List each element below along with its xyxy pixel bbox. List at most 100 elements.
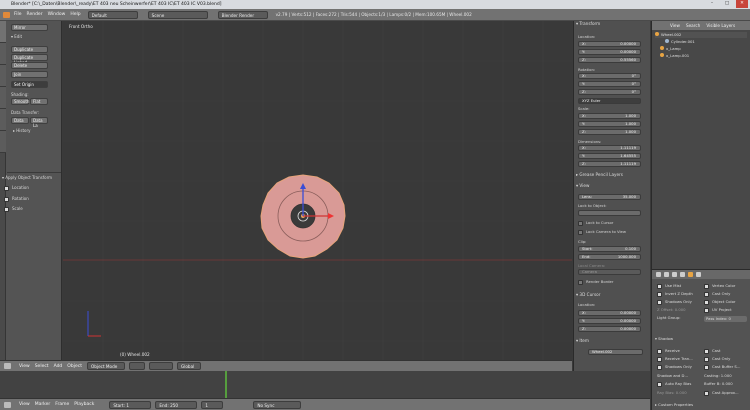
camera-field[interactable]: Camera xyxy=(578,269,641,275)
cast-only[interactable]: Cast Only xyxy=(704,291,730,297)
pivot-select[interactable] xyxy=(148,362,173,370)
outliner-menu-search[interactable]: Search xyxy=(686,23,700,28)
tab-grease-pencil[interactable] xyxy=(0,131,6,153)
mirror-button[interactable]: Mirror xyxy=(11,24,48,31)
dimensions-y-field[interactable]: Y: 1.64555 xyxy=(578,153,641,159)
receive-option[interactable]: Receive xyxy=(657,348,680,354)
location-z-field[interactable]: Z: 0.55560 xyxy=(578,57,641,63)
texture-icon[interactable] xyxy=(696,272,701,277)
orientation-select[interactable]: Global xyxy=(176,362,201,370)
custom-properties-header[interactable]: ▸ Custom Properties xyxy=(655,402,693,407)
cast-option[interactable]: Cast xyxy=(704,348,720,354)
editor-type-icon[interactable] xyxy=(4,363,11,369)
cast-approximate[interactable]: Cast Approx... xyxy=(704,390,739,396)
tab-animation[interactable] xyxy=(0,87,6,109)
ray-bias-field[interactable]: Ray Bias: 0.000 xyxy=(657,390,687,395)
cursor-z-field[interactable]: Z: 0.00000 xyxy=(578,326,641,332)
viewport-menu-add[interactable]: Add xyxy=(54,364,63,369)
rotation-mode-select[interactable]: XYZ Euler xyxy=(578,98,641,104)
pass-index-field[interactable]: Pass Index: 0 xyxy=(704,316,747,322)
cursor-x-field[interactable]: X: 0.00000 xyxy=(578,310,641,316)
use-mist[interactable]: Use Mist xyxy=(657,283,681,289)
outliner-row[interactable]: x_Lamp xyxy=(655,46,747,52)
minimize-button[interactable]: – xyxy=(706,0,718,8)
set-origin-select[interactable]: Set Origin xyxy=(11,81,48,88)
lock-to-cursor[interactable]: Lock to Cursor xyxy=(578,220,613,226)
tab-relations[interactable] xyxy=(0,65,6,87)
casting-alpha-field[interactable]: Casting: 1.000 xyxy=(704,373,732,378)
cast-buffer-shadows[interactable]: Cast Buffer S... xyxy=(704,364,740,370)
menu-window[interactable]: Window xyxy=(48,12,66,17)
maximize-button[interactable]: □ xyxy=(721,0,733,8)
auto-ray-bias[interactable]: Auto Ray Bias xyxy=(657,381,691,387)
invert-z-depth[interactable]: Invert Z Depth xyxy=(657,291,693,297)
viewport-menu-select[interactable]: Select xyxy=(35,364,49,369)
history-panel-header[interactable]: ▸ History xyxy=(13,128,31,133)
lock-object-field[interactable] xyxy=(578,210,641,216)
scene-icon[interactable] xyxy=(664,272,669,277)
lock-camera-to-view[interactable]: Lock Camera to View xyxy=(578,229,626,235)
dimensions-x-field[interactable]: X: 1.11119 xyxy=(578,145,641,151)
vertex-color[interactable]: Vertex Color xyxy=(704,283,735,289)
timeline-menu-view[interactable]: View xyxy=(19,402,30,407)
current-frame-field[interactable]: 1 xyxy=(201,400,224,409)
world-icon[interactable] xyxy=(672,272,677,277)
rotation-y-field[interactable]: Y: 0° xyxy=(578,81,641,87)
item-header[interactable]: ▾ Item xyxy=(576,338,649,343)
screen-layout-select[interactable]: Default xyxy=(87,10,138,19)
shadows-only[interactable]: Shadows Only xyxy=(657,299,692,305)
outliner-row[interactable]: x_Lamp.001 xyxy=(655,53,747,59)
scale-y-field[interactable]: Y: 1.000 xyxy=(578,121,641,127)
scale-x-field[interactable]: X: 1.000 xyxy=(578,113,641,119)
transform-header[interactable]: ▾ Transform xyxy=(576,21,649,26)
shadow-header[interactable]: ▾ Shadow xyxy=(655,336,673,341)
material-icon[interactable] xyxy=(688,272,693,277)
outliner-display-mode[interactable]: Visible Layers xyxy=(706,23,735,28)
buffer-bias-field[interactable]: Buffer B: 0.000 xyxy=(704,381,733,386)
shadow-mode-select[interactable]: Shadow and D... xyxy=(657,373,688,378)
tab-tools[interactable] xyxy=(0,21,6,43)
scale-option[interactable]: Scale xyxy=(4,206,23,212)
timeline-menu-playback[interactable]: Playback xyxy=(74,402,94,407)
rotation-z-field[interactable]: Z: 0° xyxy=(578,89,641,95)
editor-type-icon[interactable] xyxy=(4,401,11,408)
item-name-field[interactable]: Wheel.002 xyxy=(588,349,643,355)
viewport-menu-view[interactable]: View xyxy=(19,364,30,369)
tab-create[interactable] xyxy=(0,43,6,65)
operator-panel-header[interactable]: ▾ Apply Object Transform xyxy=(2,175,52,180)
close-button[interactable]: ✕ xyxy=(736,0,748,8)
menu-render[interactable]: Render xyxy=(27,12,43,17)
receive-transparent-option[interactable]: Receive Tran... xyxy=(657,356,693,362)
end-frame-field[interactable]: End: 250 xyxy=(155,400,198,409)
tab-physics[interactable] xyxy=(0,109,6,131)
scale-z-field[interactable]: Z: 1.000 xyxy=(578,129,641,135)
rotation-option[interactable]: Rotation xyxy=(4,196,29,202)
menu-help[interactable]: Help xyxy=(70,12,80,17)
mode-select[interactable]: Object Mode xyxy=(86,362,125,370)
menu-file[interactable]: File xyxy=(14,12,22,17)
flat-button[interactable]: Flat xyxy=(30,98,48,105)
edit-panel-header[interactable]: ▾ Edit xyxy=(11,34,22,39)
object-icon[interactable] xyxy=(680,272,685,277)
checkbox-icon[interactable] xyxy=(4,196,9,202)
scene-select[interactable]: Scene xyxy=(147,10,208,19)
duplicate-button[interactable]: Duplicate xyxy=(11,46,48,53)
render-engine-select[interactable]: Blender Render xyxy=(217,10,268,19)
timeline-menu-marker[interactable]: Marker xyxy=(35,402,51,407)
location-option[interactable]: Location xyxy=(4,185,29,191)
start-frame-field[interactable]: Start: 1 xyxy=(109,400,152,409)
shadows-only-option[interactable]: Shadows Only xyxy=(657,364,692,370)
dimensions-z-field[interactable]: Z: 1.11119 xyxy=(578,161,641,167)
timeline-menu-frame[interactable]: Frame xyxy=(55,402,69,407)
viewport-menu-object[interactable]: Object xyxy=(67,364,82,369)
duplicate-linked-button[interactable]: Duplicate Linked xyxy=(11,54,48,65)
uv-project[interactable]: UV Project xyxy=(704,307,732,313)
checkbox-icon[interactable] xyxy=(4,206,9,212)
timeline[interactable] xyxy=(0,371,650,398)
location-x-field[interactable]: X: 0.00000 xyxy=(578,41,641,47)
sync-mode-select[interactable]: No Sync xyxy=(253,400,302,409)
shading-select[interactable] xyxy=(128,362,145,370)
rotation-x-field[interactable]: X: 0° xyxy=(578,73,641,79)
cursor-y-field[interactable]: Y: 0.00000 xyxy=(578,318,641,324)
3d-cursor-header[interactable]: ▾ 3D Cursor xyxy=(576,292,649,297)
